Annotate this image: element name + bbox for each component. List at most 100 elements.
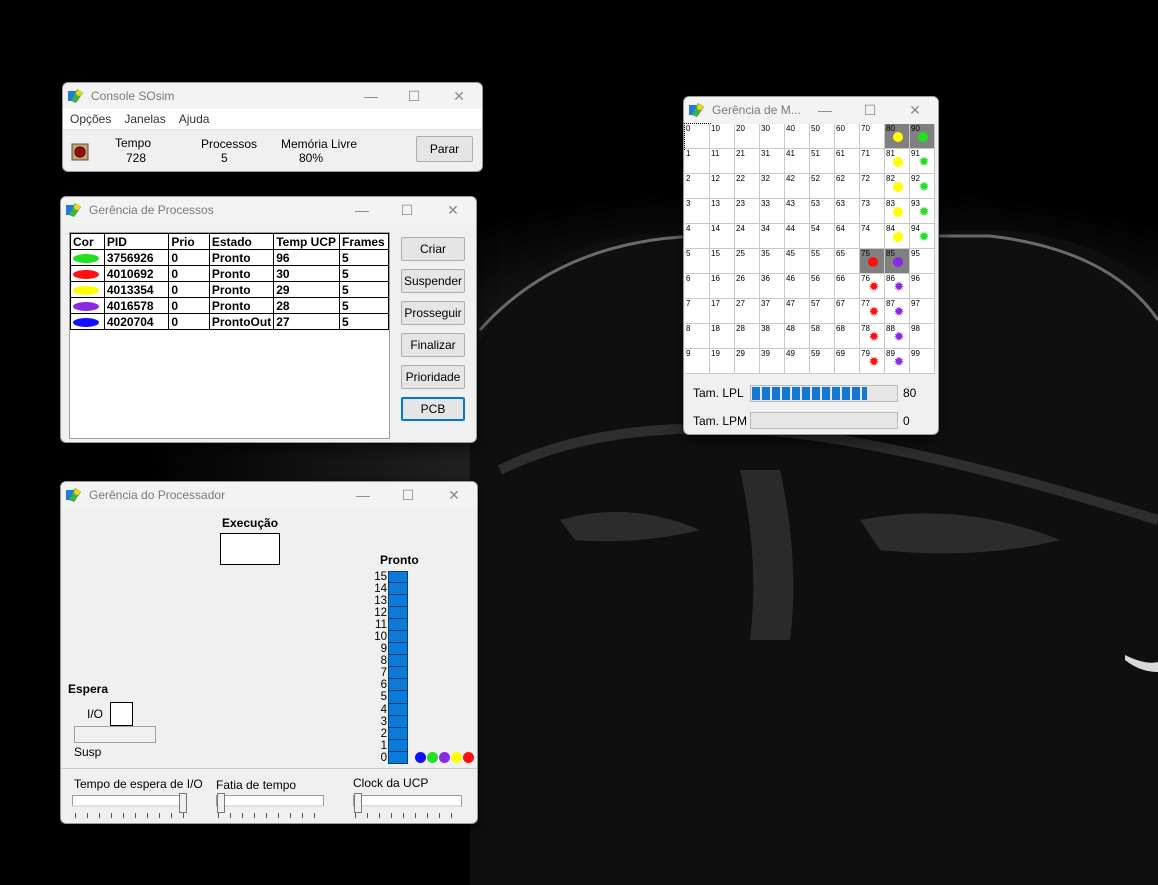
memory-frame-cell: 95 <box>910 249 935 274</box>
frame-number: 61 <box>836 149 845 158</box>
lpl-bar-fill <box>752 387 867 400</box>
frame-number: 42 <box>786 174 795 183</box>
sosim-app-icon <box>66 488 81 502</box>
tempo-espera-io-thumb[interactable] <box>179 793 187 813</box>
minimize-icon[interactable]: — <box>360 86 382 106</box>
pid-cell: 4010692 <box>103 265 170 282</box>
page-star-marker: ✹ <box>868 354 880 369</box>
frame-number: 68 <box>836 324 845 333</box>
memory-frame-cell: 49 <box>785 349 810 374</box>
table-row[interactable]: 4016578 0 Pronto 28 5 <box>70 297 389 314</box>
queued-process-dot <box>463 752 474 763</box>
console-window: Console SOsim — ☐ ✕ Opções Janelas Ajuda… <box>62 82 483 172</box>
maximize-icon[interactable]: ☐ <box>859 100 881 120</box>
maximize-icon[interactable]: ☐ <box>397 485 419 505</box>
frame-number: 21 <box>736 149 745 158</box>
col-cor: Cor <box>70 233 105 250</box>
menu-opcoes[interactable]: Opções <box>70 112 111 126</box>
queue-level-slot <box>388 679 408 692</box>
menu-ajuda[interactable]: Ajuda <box>179 112 210 126</box>
frame-number: 19 <box>711 349 720 358</box>
table-row[interactable]: 4020704 0 ProntoOut 27 5 <box>70 313 389 330</box>
menu-janelas[interactable]: Janelas <box>124 112 165 126</box>
tempo-espera-io-ticks <box>75 813 185 818</box>
memory-frame-cell: 20 <box>735 124 760 149</box>
page-star-marker: ✹ <box>918 204 930 219</box>
parar-button[interactable]: Parar <box>416 136 473 162</box>
table-row[interactable]: 4010692 0 Pronto 30 5 <box>70 265 389 282</box>
window-title: Gerência de M... <box>712 103 801 117</box>
finalizar-button[interactable]: Finalizar <box>401 333 465 357</box>
minimize-icon[interactable]: — <box>351 200 373 220</box>
maximize-icon[interactable]: ☐ <box>403 86 425 106</box>
lpm-label: Tam. LPM <box>693 414 748 428</box>
prio-cell: 0 <box>168 281 210 298</box>
close-icon[interactable]: ✕ <box>904 100 926 120</box>
table-row[interactable]: 4013354 0 Pronto 29 5 <box>70 281 389 298</box>
frame-number: 84 <box>886 224 895 233</box>
pcb-button[interactable]: PCB <box>401 397 465 421</box>
close-icon[interactable]: ✕ <box>442 200 464 220</box>
estado-cell: Pronto <box>208 249 275 266</box>
minimize-icon[interactable]: — <box>352 485 374 505</box>
memory-frame-cell: 98 <box>910 324 935 349</box>
memory-frame-cell: 60 <box>835 124 860 149</box>
maximize-icon[interactable]: ☐ <box>396 200 418 220</box>
fatia-tempo-slider[interactable] <box>216 795 324 807</box>
memoria-livre-value: 80% <box>299 151 324 165</box>
estado-cell: Pronto <box>208 265 275 282</box>
process-color-ellipse <box>73 317 99 327</box>
color-swatch <box>70 281 105 298</box>
memory-frame-cell: 67 <box>835 299 860 324</box>
frame-number: 59 <box>811 349 820 358</box>
frame-number: 41 <box>786 149 795 158</box>
fatia-tempo-thumb[interactable] <box>217 793 225 813</box>
col-frames: Frames <box>339 233 389 250</box>
frame-number: 83 <box>886 199 895 208</box>
sosim-app-icon <box>68 89 83 103</box>
memory-frame-cell: 62 <box>835 174 860 199</box>
close-icon[interactable]: ✕ <box>443 485 465 505</box>
process-table-area[interactable]: Cor PID Prio Estado Temp UCP Frames 3756… <box>69 232 390 439</box>
queued-process-dot <box>451 752 462 763</box>
memory-frame-cell: 39 <box>760 349 785 374</box>
queue-level-label: 2 <box>380 727 387 740</box>
queue-level-slot <box>388 739 408 752</box>
memory-frame-cell: 32 <box>760 174 785 199</box>
frame-number: 85 <box>886 249 895 258</box>
clock-ucp-slider[interactable] <box>353 795 462 807</box>
minimize-icon[interactable]: — <box>814 100 836 120</box>
memory-frame-cell: 55 <box>810 249 835 274</box>
lpm-bar-track <box>750 412 898 429</box>
close-icon[interactable]: ✕ <box>448 86 470 106</box>
suspender-button[interactable]: Suspender <box>401 269 465 293</box>
memory-frame-cell: 45 <box>785 249 810 274</box>
memoria-titlebar[interactable]: Gerência de M... — ☐ ✕ <box>684 97 938 123</box>
prosseguir-button[interactable]: Prosseguir <box>401 301 465 325</box>
memory-frame-cell: 2 <box>685 174 710 199</box>
console-titlebar[interactable]: Console SOsim — ☐ ✕ <box>63 83 482 109</box>
frame-number: 75 <box>861 249 870 258</box>
table-header-row: Cor PID Prio Estado Temp UCP Frames <box>70 233 389 250</box>
col-temp-ucp: Temp UCP <box>273 233 341 250</box>
process-table: Cor PID Prio Estado Temp UCP Frames 3756… <box>70 233 389 330</box>
memory-frame-cell: 43 <box>785 199 810 224</box>
memory-frame-cell: 1 <box>685 149 710 174</box>
memory-frame-cell: 72 <box>860 174 885 199</box>
frame-number: 27 <box>736 299 745 308</box>
process-color-ellipse <box>73 253 99 263</box>
page-dot-marker <box>893 157 903 167</box>
tempo-espera-io-slider[interactable] <box>72 795 185 807</box>
memory-frame-cell: 96 <box>910 274 935 299</box>
frame-number: 55 <box>811 249 820 258</box>
table-row[interactable]: 3756926 0 Pronto 96 5 <box>70 249 389 266</box>
memory-frame-cell: 53 <box>810 199 835 224</box>
frame-number: 7 <box>686 299 691 308</box>
memory-frame-cell: 52 <box>810 174 835 199</box>
prioridade-button[interactable]: Prioridade <box>401 365 465 389</box>
clock-ucp-thumb[interactable] <box>354 793 362 813</box>
processador-titlebar[interactable]: Gerência do Processador — ☐ ✕ <box>61 482 477 508</box>
criar-button[interactable]: Criar <box>401 237 465 261</box>
processos-titlebar[interactable]: Gerência de Processos — ☐ ✕ <box>61 197 476 223</box>
queue-level-label: 13 <box>374 595 387 608</box>
